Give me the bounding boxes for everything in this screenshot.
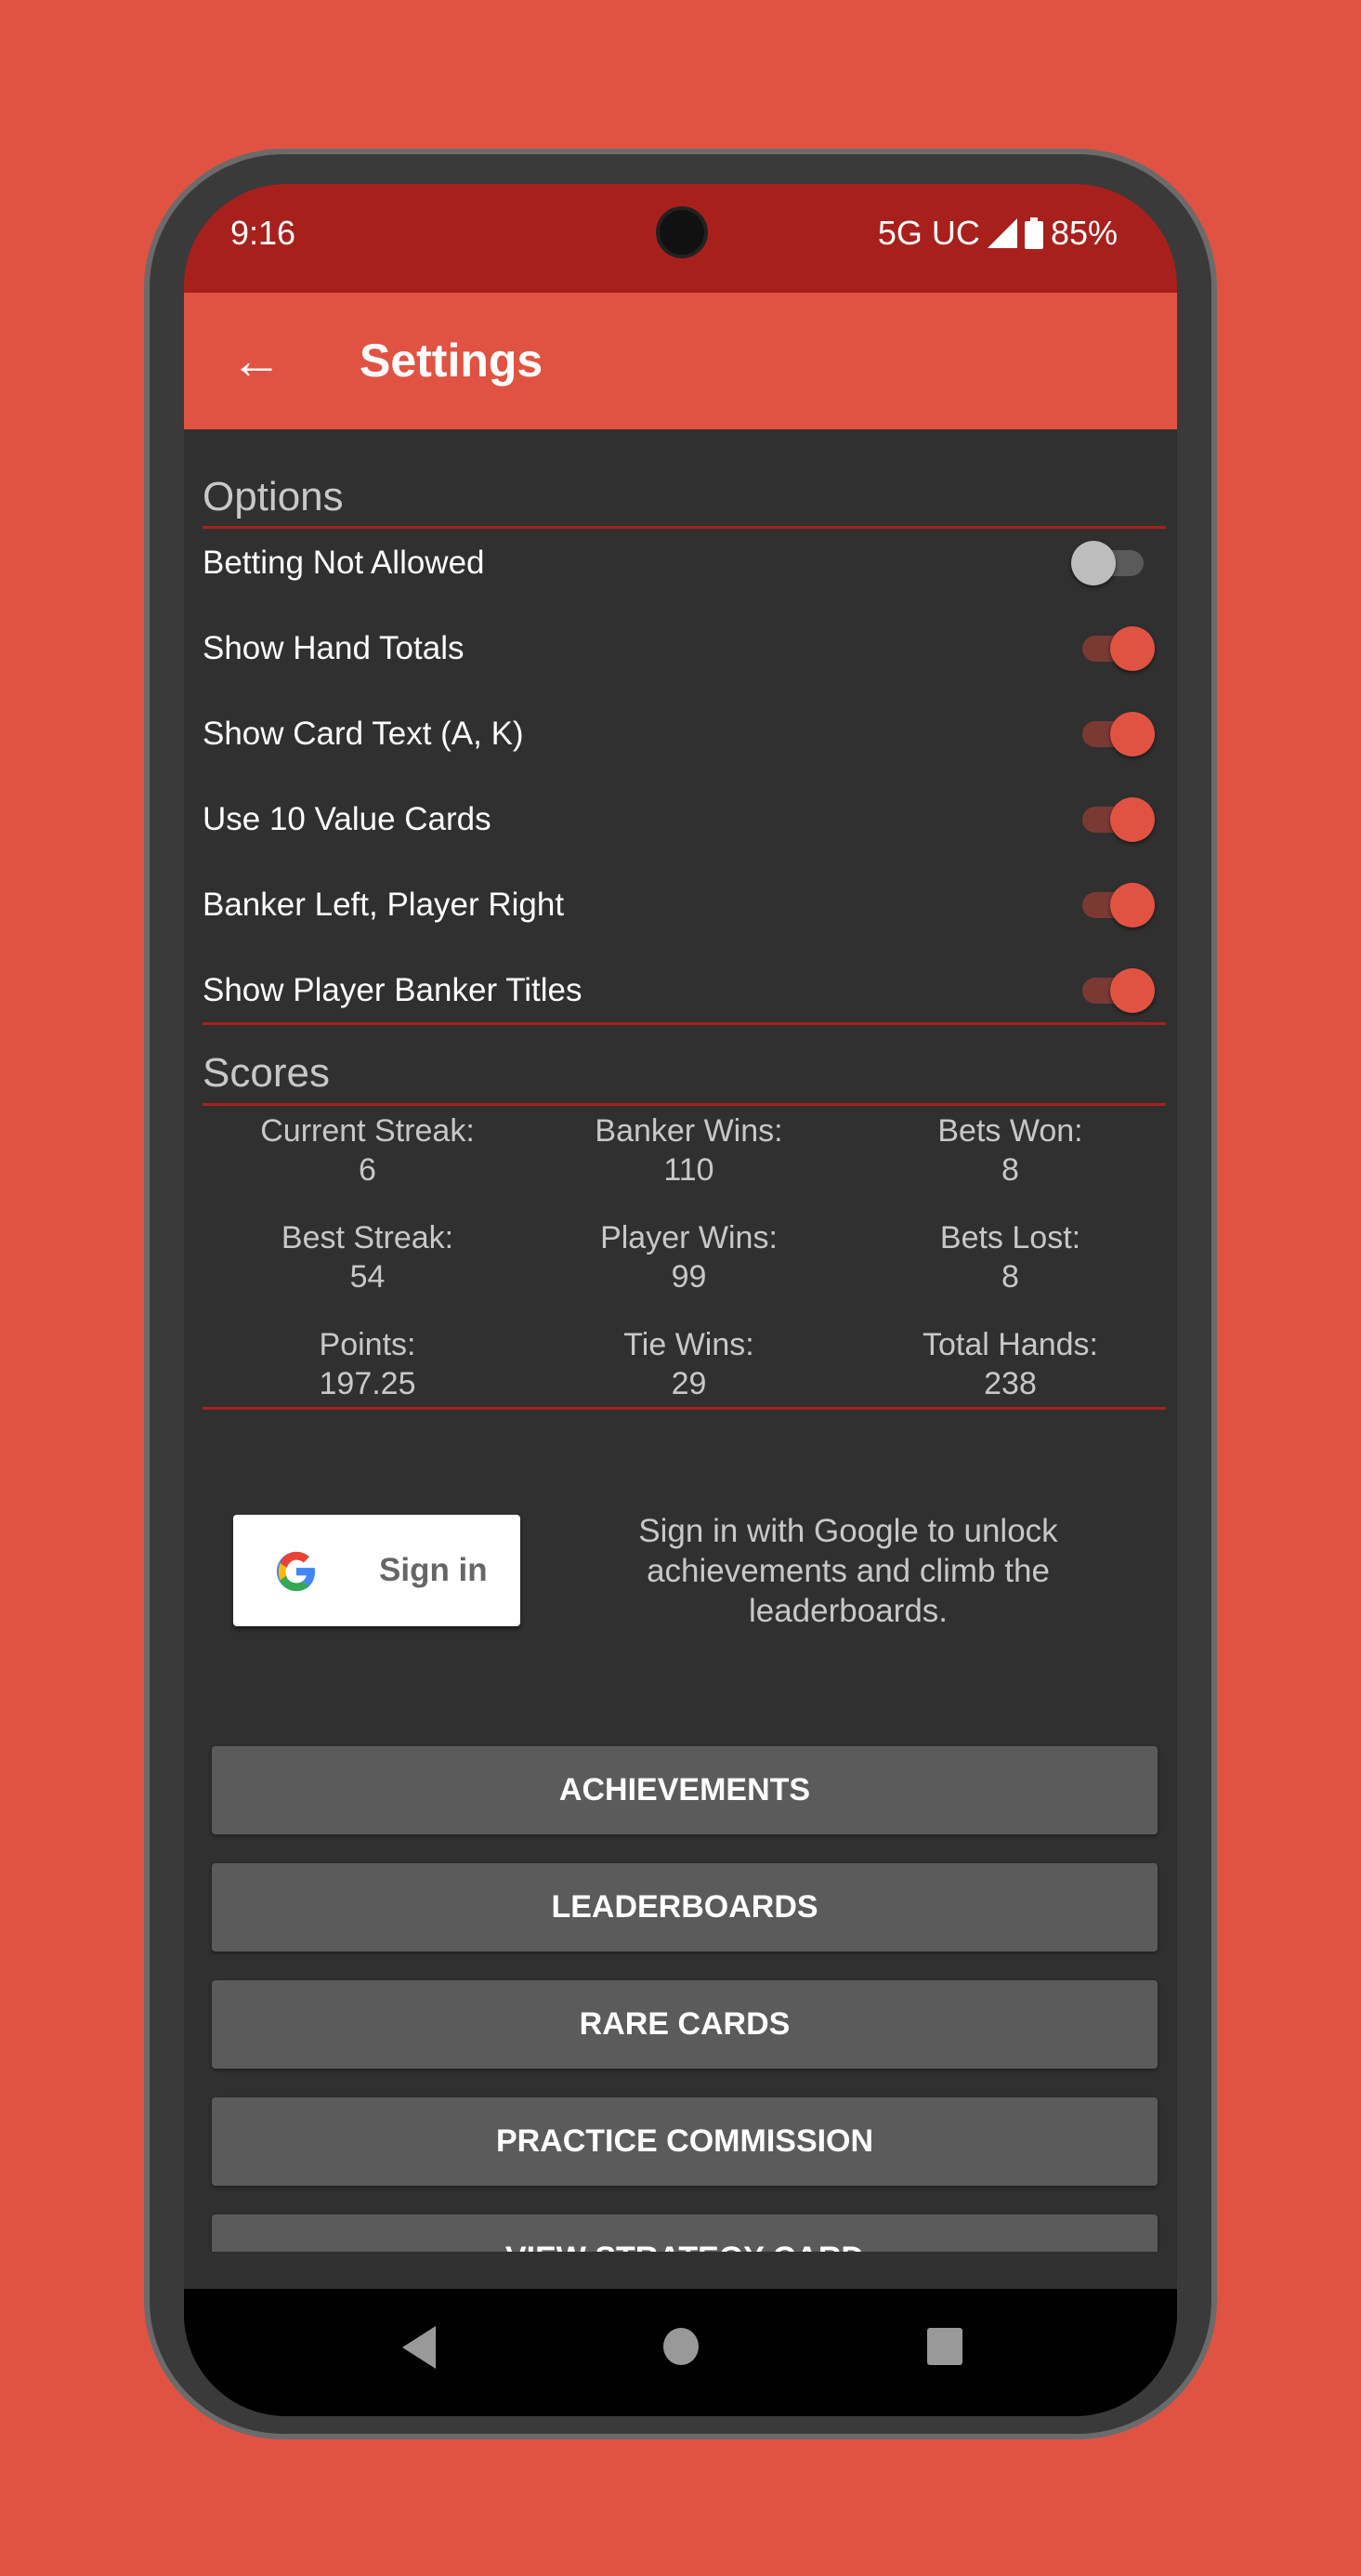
menu-button[interactable]: ACHIEVEMENTS (212, 1746, 1158, 1834)
recents-nav-icon[interactable] (927, 2328, 962, 2365)
score-value: 110 (663, 1152, 714, 1188)
toggle-thumb (1110, 712, 1155, 756)
score-item: Bets Won: 8 (850, 1111, 1171, 1189)
network-label: 5G UC (877, 214, 980, 252)
score-label: Player Wins: (600, 1220, 778, 1255)
toggle-thumb (1110, 797, 1155, 842)
option-label: Show Card Text (A, K) (203, 716, 524, 752)
navigation-bar (184, 2289, 1177, 2416)
battery-icon (1024, 217, 1043, 249)
option-toggle[interactable] (1071, 541, 1155, 585)
score-value: 54 (349, 1259, 386, 1295)
option-row: Show Card Text (A, K) (203, 691, 1166, 777)
score-item: Tie Wins: 29 (529, 1325, 849, 1403)
options-header: Options (203, 474, 344, 519)
menu-button[interactable]: LEADERBOARDS (212, 1863, 1158, 1952)
arrow-left-icon[interactable]: ← (230, 330, 282, 390)
page-title: Settings (360, 335, 543, 387)
score-value: 99 (671, 1259, 707, 1295)
status-time: 9:16 (230, 214, 296, 252)
score-item: Player Wins: 99 (529, 1218, 849, 1296)
option-toggle[interactable] (1077, 883, 1155, 927)
score-value: 6 (359, 1152, 376, 1188)
option-toggle[interactable] (1077, 797, 1155, 842)
sign-in-description: Sign in with Google to unlock achievemen… (638, 1513, 1058, 1629)
score-item: Bets Lost: 8 (850, 1218, 1171, 1296)
option-row: Show Player Banker Titles (203, 948, 1166, 1033)
divider (203, 1407, 1166, 1410)
option-label: Use 10 Value Cards (203, 801, 491, 837)
back-nav-icon[interactable] (402, 2326, 439, 2369)
option-label: Show Hand Totals (203, 630, 465, 666)
score-label: Current Streak: (260, 1113, 475, 1149)
sign-in-label: Sign in (379, 1552, 488, 1588)
score-label: Best Streak: (281, 1220, 454, 1255)
score-label: Points: (319, 1327, 416, 1362)
signal-icon (987, 218, 1017, 248)
score-value: 197.25 (319, 1366, 416, 1401)
score-item: Current Streak: 6 (207, 1111, 528, 1189)
clipped-area: VIEW STRATEGY CARD (184, 2215, 1177, 2252)
scores-header: Scores (203, 1050, 330, 1096)
score-value: 29 (671, 1366, 707, 1401)
option-row: Use 10 Value Cards (203, 777, 1166, 862)
home-nav-icon[interactable] (663, 2328, 699, 2365)
toggle-thumb (1110, 626, 1155, 671)
option-label: Banker Left, Player Right (203, 887, 565, 923)
google-logo-icon (276, 1551, 316, 1592)
battery-percent: 85% (1050, 214, 1118, 252)
score-item: Total Hands: 238 (850, 1325, 1171, 1403)
score-value: 8 (1001, 1259, 1019, 1295)
score-label: Bets Won: (937, 1113, 1083, 1149)
option-label: Show Player Banker Titles (203, 972, 582, 1008)
score-value: 8 (1001, 1152, 1019, 1188)
option-toggle[interactable] (1077, 712, 1155, 756)
score-label: Bets Lost: (939, 1220, 1081, 1255)
score-item: Banker Wins: 110 (529, 1111, 849, 1189)
screen: 9:16 5G UC 85% ← Settings Options Bettin… (184, 184, 1177, 2416)
toggle-thumb (1071, 541, 1116, 585)
toggle-thumb (1110, 883, 1155, 927)
divider (203, 1022, 1166, 1025)
divider (203, 1103, 1166, 1106)
option-label: Betting Not Allowed (203, 545, 485, 581)
score-label: Tie Wins: (623, 1327, 754, 1362)
option-toggle[interactable] (1077, 968, 1155, 1013)
score-label: Banker Wins: (595, 1113, 783, 1149)
google-sign-in-button[interactable]: Sign in (233, 1515, 520, 1626)
menu-button[interactable]: PRACTICE COMMISSION (212, 2097, 1158, 2186)
option-toggle[interactable] (1077, 626, 1155, 671)
score-value: 238 (984, 1366, 1037, 1401)
camera-cutout (656, 206, 708, 258)
score-label: Total Hands: (923, 1327, 1098, 1362)
menu-button[interactable]: RARE CARDS (212, 1980, 1158, 2069)
score-item: Best Streak: 54 (207, 1218, 528, 1296)
option-row: Banker Left, Player Right (203, 862, 1166, 948)
option-row: Show Hand Totals (203, 606, 1166, 691)
status-bar: 9:16 5G UC 85% (184, 184, 1177, 293)
menu-button[interactable]: VIEW STRATEGY CARD (212, 2215, 1158, 2252)
app-bar: ← Settings (184, 293, 1177, 429)
score-item: Points: 197.25 (207, 1325, 528, 1403)
toggle-thumb (1110, 968, 1155, 1013)
option-row: Betting Not Allowed (203, 520, 1166, 606)
